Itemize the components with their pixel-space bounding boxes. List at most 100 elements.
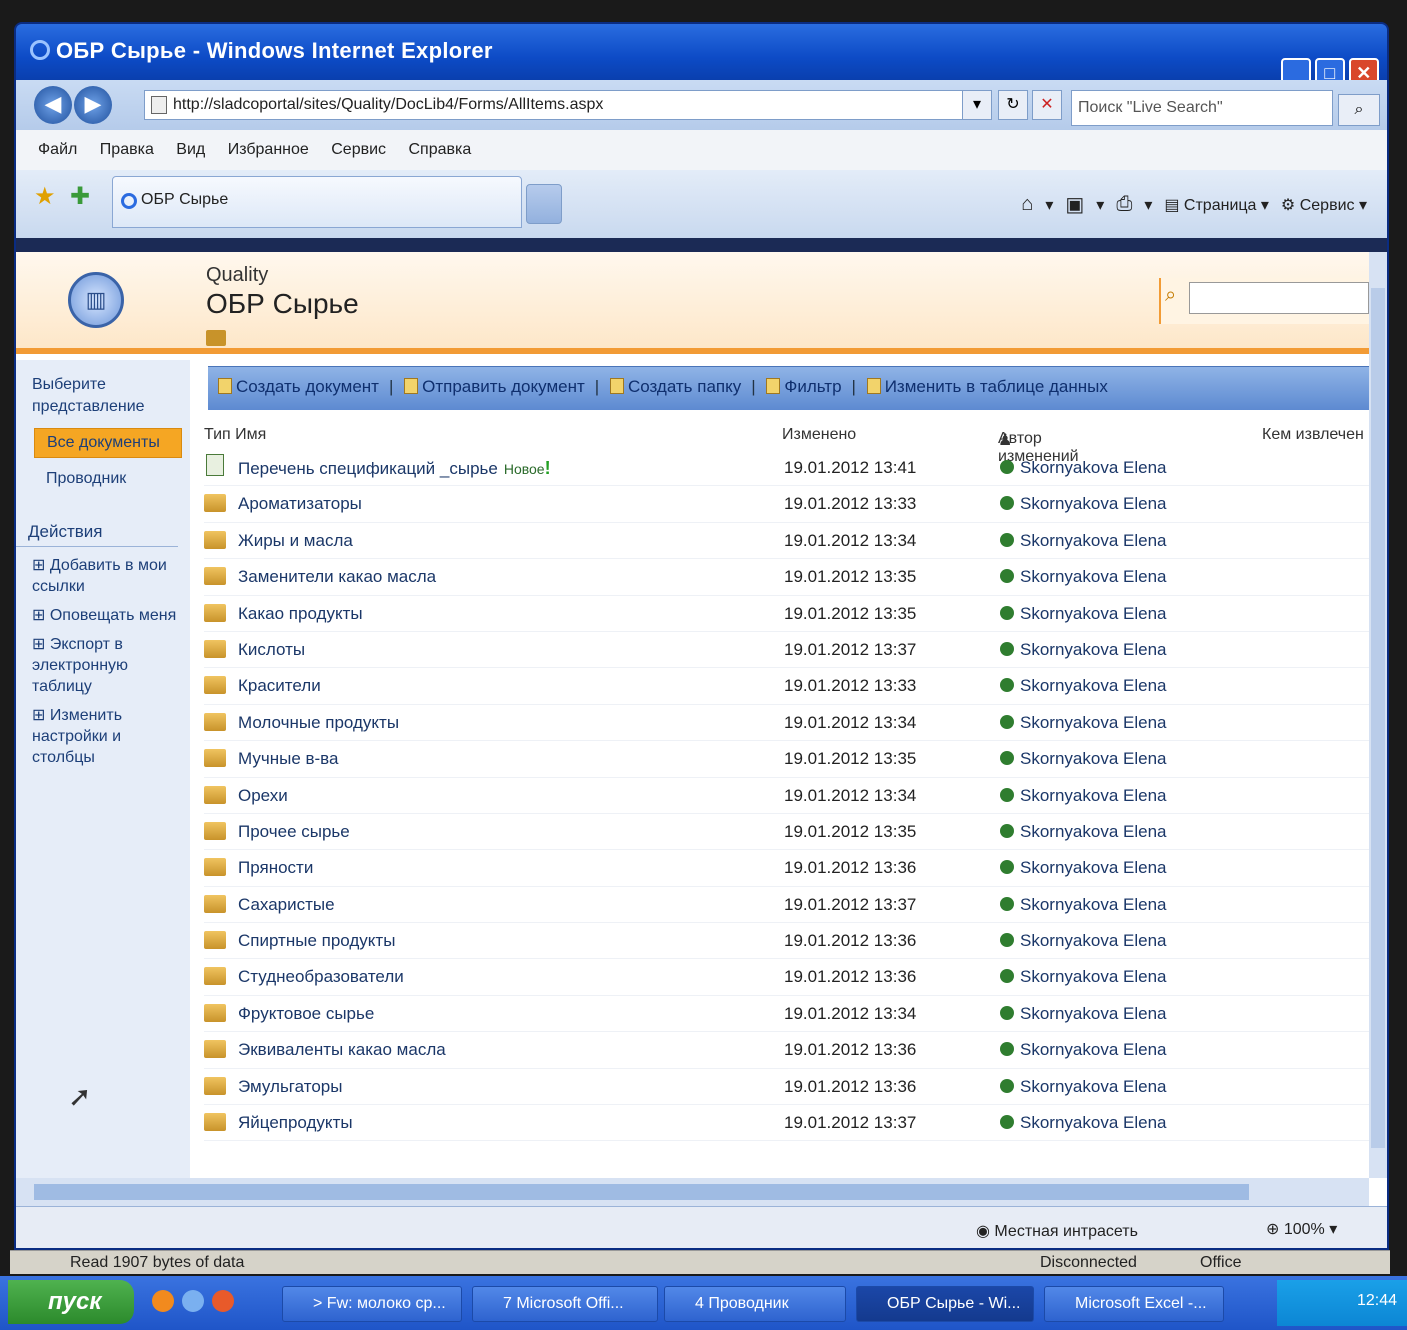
action-add-to-my-links[interactable]: ⊞ Добавить в мои ссылки xyxy=(16,547,190,597)
table-row[interactable]: Яйцепродукты 19.01.2012 13:37 Skornyakova … xyxy=(204,1105,1369,1142)
table-row[interactable]: Какао продукты 19.01.2012 13:35 Skornyakov… xyxy=(204,596,1369,632)
table-row[interactable]: Фруктовое сырье 19.01.2012 13:34 Skornyako… xyxy=(204,996,1369,1033)
clock[interactable]: 12:44 xyxy=(1357,1292,1397,1309)
item-name-link[interactable]: Студнеобразователи xyxy=(238,967,404,987)
tools-menu-button[interactable]: ⚙ Сервис ▾ xyxy=(1281,195,1367,215)
add-favorite-icon[interactable]: ✚ xyxy=(70,182,90,211)
table-row[interactable]: Прочее сырье 19.01.2012 13:35 Skornyakova … xyxy=(204,814,1369,851)
quicklaunch-firefox-icon[interactable] xyxy=(152,1290,174,1312)
action-export-spreadsheet[interactable]: ⊞ Экспорт в электронную таблицу xyxy=(16,626,190,697)
table-row[interactable]: Молочные продукты 19.01.2012 13:34 Skornya… xyxy=(204,705,1369,742)
author-link[interactable]: Skornyakova Elena xyxy=(1000,676,1166,696)
table-row[interactable]: Эквиваленты какао масла 19.01.2012 13:36 S… xyxy=(204,1032,1369,1069)
item-name-link[interactable]: Кислоты xyxy=(238,640,305,660)
home-icon[interactable]: ⌂ xyxy=(1021,193,1033,216)
vertical-scroll-thumb[interactable] xyxy=(1371,288,1385,1148)
search-icon[interactable]: ⌕ xyxy=(1338,94,1380,126)
dropdown-arrow-icon[interactable]: ▾ xyxy=(1045,195,1053,215)
taskbar-mail[interactable]: > Fw: молоко ср... xyxy=(282,1286,462,1322)
column-modified[interactable]: Изменено xyxy=(782,426,856,444)
table-row[interactable]: Студнеобразователи 19.01.2012 13:36 Skorny… xyxy=(204,959,1369,996)
item-name-link[interactable]: Эквиваленты какао масла xyxy=(238,1040,446,1060)
zoom-control[interactable]: ⊕ 100% ▾ xyxy=(1266,1219,1337,1239)
taskbar-ie[interactable]: ОБР Сырье - Wi... xyxy=(856,1286,1034,1322)
author-link[interactable]: Skornyakova Elena xyxy=(1000,1040,1166,1060)
breadcrumb[interactable]: Quality xyxy=(206,264,268,287)
author-link[interactable]: Skornyakova Elena xyxy=(1000,713,1166,733)
item-name-link[interactable]: Прочее сырье xyxy=(238,822,350,842)
taskbar-excel[interactable]: Microsoft Excel -... xyxy=(1044,1286,1224,1322)
item-name-link[interactable]: Заменители какао масла xyxy=(238,567,436,587)
item-name-link[interactable]: Пряности xyxy=(238,858,313,878)
upload-document-button[interactable]: Отправить документ xyxy=(404,377,585,396)
author-link[interactable]: Skornyakova Elena xyxy=(1000,822,1166,842)
item-name-link[interactable]: Молочные продукты xyxy=(238,713,399,733)
action-modify-settings[interactable]: ⊞ Изменить настройки и столбцы xyxy=(16,697,190,768)
menu-help[interactable]: Справка xyxy=(409,141,472,158)
address-bar[interactable]: http://sladcoportal/sites/Quality/DocLib… xyxy=(144,90,992,120)
item-name-link[interactable]: Яйцепродукты xyxy=(238,1113,353,1133)
table-row[interactable]: Сахаристые 19.01.2012 13:37 Skornyakova El… xyxy=(204,887,1369,924)
table-row[interactable]: Ароматизаторы 19.01.2012 13:33 Skornyakova… xyxy=(204,486,1369,523)
title-bar[interactable]: ОБР Сырье - Windows Internet Explorer _ … xyxy=(16,24,1387,88)
author-link[interactable]: Skornyakova Elena xyxy=(1000,1113,1166,1133)
column-type-name[interactable]: Тип Имя xyxy=(204,426,266,444)
stop-icon[interactable]: ✕ xyxy=(1032,90,1062,120)
menu-view[interactable]: Вид xyxy=(176,141,205,158)
dropdown-arrow-icon[interactable]: ▾ xyxy=(1144,195,1152,215)
author-link[interactable]: Skornyakova Elena xyxy=(1000,531,1166,551)
item-name-link[interactable]: Какао продукты xyxy=(238,604,363,624)
author-link[interactable]: Skornyakova Elena xyxy=(1000,786,1166,806)
edit-in-datasheet-button[interactable]: Изменить в таблице данных xyxy=(866,377,1108,396)
start-button[interactable]: пуск xyxy=(8,1280,134,1324)
author-link[interactable]: Skornyakova Elena xyxy=(1000,931,1166,951)
quicklaunch-ie-icon[interactable] xyxy=(182,1290,204,1312)
table-row[interactable]: Заменители какао масла 19.01.2012 13:35 Sk… xyxy=(204,559,1369,596)
action-alert-me[interactable]: ⊞ Оповещать меня xyxy=(16,597,190,626)
author-link[interactable]: Skornyakova Elena xyxy=(1000,567,1166,587)
search-input[interactable]: Поиск "Live Search" xyxy=(1071,90,1333,126)
search-icon[interactable]: ⌕ xyxy=(1165,284,1176,307)
author-link[interactable]: Skornyakova Elena xyxy=(1000,858,1166,878)
author-link[interactable]: Skornyakova Elena xyxy=(1000,749,1166,769)
table-row[interactable]: Эмульгаторы 19.01.2012 13:36 Skornyakova E… xyxy=(204,1069,1369,1106)
item-name-link[interactable]: Ароматизаторы xyxy=(238,494,362,514)
item-name-link[interactable]: Орехи xyxy=(238,786,288,806)
table-row[interactable]: Кислоты 19.01.2012 13:37 Skornyakova Elena xyxy=(204,632,1369,669)
column-checked-out-to[interactable]: Кем извлечен xyxy=(1262,426,1364,444)
item-name-link[interactable]: Сахаристые xyxy=(238,895,335,915)
print-icon[interactable]: ⎙ xyxy=(1116,193,1132,216)
view-explorer-link[interactable]: Проводник xyxy=(16,458,190,488)
menu-tools[interactable]: Сервис xyxy=(331,141,386,158)
table-row[interactable]: Мучные в-ва 19.01.2012 13:35 Skornyakova E… xyxy=(204,741,1369,778)
author-link[interactable]: Skornyakova Elena xyxy=(1000,967,1166,987)
item-name-link[interactable]: Фруктовое сырье xyxy=(238,1004,374,1024)
address-dropdown-icon[interactable]: ▾ xyxy=(962,90,992,120)
item-name-link[interactable]: Эмульгаторы xyxy=(238,1077,342,1097)
favorites-star-icon[interactable]: ★ xyxy=(34,182,56,211)
security-zone[interactable]: ◉ Местная интрасеть xyxy=(976,1221,1138,1241)
horizontal-scroll-thumb[interactable] xyxy=(34,1184,1249,1200)
page-menu-button[interactable]: ▤ Страница ▾ xyxy=(1164,195,1269,215)
author-link[interactable]: Skornyakova Elena xyxy=(1000,1004,1166,1024)
table-row[interactable]: Спиртные продукты 19.01.2012 13:36 Skornya… xyxy=(204,923,1369,960)
menu-edit[interactable]: Правка xyxy=(100,141,154,158)
item-name-link[interactable]: Спиртные продукты xyxy=(238,931,395,951)
back-button[interactable]: ◀ xyxy=(34,86,72,124)
menu-file[interactable]: Файл xyxy=(38,141,77,158)
author-link[interactable]: Skornyakova Elena xyxy=(1000,1077,1166,1097)
forward-button[interactable]: ▶ xyxy=(74,86,112,124)
author-link[interactable]: Skornyakova Elena xyxy=(1000,604,1166,624)
create-document-button[interactable]: Создать документ xyxy=(218,377,379,396)
item-name-link[interactable]: Перечень спецификаций _сырье Новое! xyxy=(238,458,551,479)
view-all-documents[interactable]: Все документы xyxy=(34,428,182,458)
create-folder-button[interactable]: Создать папку xyxy=(609,377,741,396)
item-name-link[interactable]: Мучные в-ва xyxy=(238,749,338,769)
menu-favorites[interactable]: Избранное xyxy=(228,141,309,158)
feeds-icon[interactable]: ▣ xyxy=(1065,192,1084,217)
vertical-scrollbar[interactable] xyxy=(1369,252,1387,1178)
taskbar-explorer[interactable]: 4 Проводник xyxy=(664,1286,846,1322)
item-name-link[interactable]: Жиры и масла xyxy=(238,531,353,551)
refresh-icon[interactable]: ↻ xyxy=(998,90,1028,120)
author-link[interactable]: Skornyakova Elena xyxy=(1000,640,1166,660)
